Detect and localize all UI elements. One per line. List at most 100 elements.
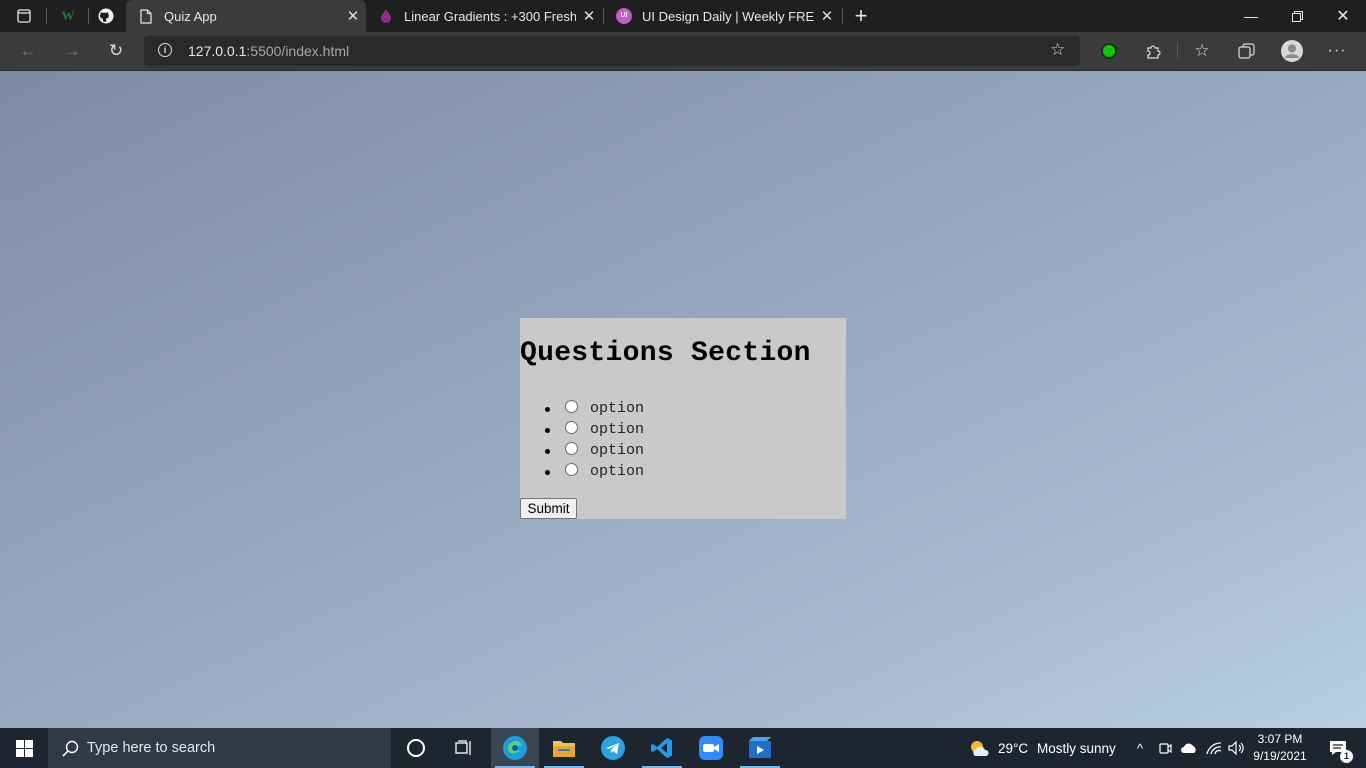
bullet [545, 428, 550, 433]
clock-time: 3:07 PM [1257, 732, 1303, 746]
cortana-circle-icon [407, 739, 425, 757]
option-radio[interactable] [565, 442, 578, 455]
close-tab-icon[interactable]: ✕ [814, 7, 840, 25]
puzzle-icon [1146, 44, 1161, 59]
option-radio[interactable] [565, 400, 578, 413]
onedrive-icon[interactable] [1178, 728, 1200, 768]
search-icon [62, 740, 79, 757]
github-icon [98, 8, 114, 24]
folder-icon [553, 741, 575, 757]
new-tab-button[interactable]: + [848, 0, 874, 32]
browser-tab-strip: W Quiz App ✕ Linear Gradients : +300 Fre… [0, 0, 1366, 32]
option-label: option [590, 463, 645, 480]
plus-icon: + [854, 3, 868, 28]
address-bar[interactable]: i 127.0.0.1:5500/index.html ☆ [144, 36, 1080, 66]
option-radio[interactable] [565, 463, 578, 476]
sun-cloud-icon [971, 741, 989, 756]
tab-title: Quiz App [164, 8, 217, 24]
back-button[interactable]: ← [14, 32, 42, 70]
notification-count-badge: 1 [1340, 750, 1353, 763]
page-viewport: Questions Section option option option o… [0, 71, 1366, 728]
bullet [545, 470, 550, 475]
cortana-button[interactable] [396, 728, 436, 768]
taskbar-video-editor[interactable] [736, 728, 784, 768]
edge-icon [503, 736, 527, 760]
extensions-button[interactable] [1140, 32, 1166, 70]
weather-widget-icon-wrap[interactable] [966, 728, 992, 768]
profile-button[interactable] [1279, 32, 1305, 70]
volume-icon[interactable] [1226, 728, 1248, 768]
close-tab-icon[interactable]: ✕ [576, 7, 602, 25]
bullet [545, 407, 550, 412]
back-arrow-icon: ← [19, 41, 37, 60]
system-clock[interactable]: 3:07 PM 9/19/2021 [1252, 731, 1308, 765]
avatar [1281, 40, 1303, 62]
clock-date: 9/19/2021 [1253, 749, 1307, 763]
info-icon[interactable]: i [158, 43, 172, 57]
more-icon: ··· [1327, 42, 1347, 59]
tab-linear-gradients[interactable]: Linear Gradients : +300 Fresh and ✕ [366, 0, 602, 32]
forward-arrow-icon: → [63, 41, 81, 60]
option-label: option [590, 400, 645, 417]
weather-temp[interactable]: 29°C [998, 728, 1028, 768]
telegram-icon [601, 736, 625, 760]
settings-more-button[interactable]: ··· [1324, 32, 1350, 70]
minimize-button[interactable]: — [1228, 0, 1274, 32]
notifications-button[interactable]: 1 [1318, 728, 1358, 768]
page-title: Questions Section [520, 338, 811, 369]
favorites-star-icon: ☆ [1194, 41, 1210, 60]
restore-button[interactable] [1274, 0, 1320, 32]
taskbar-edge[interactable] [491, 728, 539, 768]
favorites-button[interactable]: ☆ [1189, 32, 1215, 70]
show-hidden-icons-button[interactable]: ^ [1132, 728, 1148, 768]
task-view-icon [455, 740, 471, 755]
pinned-tab-github[interactable] [92, 0, 120, 32]
browser-toolbar: ← → ↻ i 127.0.0.1:5500/index.html ☆ ☆ ··… [0, 32, 1366, 71]
refresh-icon: ↻ [108, 41, 124, 60]
close-window-button[interactable]: ✕ [1320, 0, 1366, 32]
collections-icon [1237, 42, 1255, 59]
wifi-icon[interactable] [1204, 728, 1224, 768]
taskbar-telegram[interactable] [589, 728, 637, 768]
tab-title: UI Design Daily | Weekly FREE UI [642, 8, 814, 24]
add-favorite-icon[interactable]: ☆ [1050, 40, 1065, 60]
refresh-button[interactable]: ↻ [102, 32, 130, 70]
zoom-icon [699, 736, 723, 760]
close-icon: ✕ [1336, 8, 1350, 25]
collections-button[interactable] [1233, 32, 1259, 70]
windows-taskbar: Type here to search 29°C Mostly sunny ^ [0, 728, 1366, 768]
tab-actions-icon[interactable] [10, 0, 38, 32]
page-icon [138, 8, 154, 24]
search-placeholder: Type here to search [87, 740, 216, 756]
taskbar-zoom[interactable] [687, 728, 735, 768]
option-label: option [590, 442, 645, 459]
taskbar-vscode[interactable] [638, 728, 686, 768]
windows-icon [15, 739, 33, 757]
vscode-icon [651, 738, 672, 758]
option-radio[interactable] [565, 421, 578, 434]
meet-now-icon[interactable] [1156, 728, 1174, 768]
extension-green-button[interactable] [1096, 32, 1122, 70]
task-view-button[interactable] [444, 728, 484, 768]
chevron-up-icon: ^ [1136, 740, 1144, 756]
bullet [545, 449, 550, 454]
green-status-icon [1101, 43, 1117, 59]
video-editor-icon [749, 737, 771, 758]
webflow-icon: W [61, 8, 75, 23]
taskbar-file-explorer[interactable] [540, 728, 588, 768]
quiz-card: Questions Section option option option o… [520, 318, 846, 519]
tab-quiz-app[interactable]: Quiz App ✕ [126, 0, 366, 32]
forward-button[interactable]: → [58, 32, 86, 70]
minimize-icon: — [1244, 8, 1258, 24]
submit-button[interactable]: Submit [520, 498, 577, 519]
url-text[interactable]: 127.0.0.1:5500/index.html [188, 36, 349, 66]
close-tab-icon[interactable]: ✕ [340, 7, 366, 25]
option-label: option [590, 421, 645, 438]
weather-desc[interactable]: Mostly sunny [1037, 728, 1116, 768]
restore-icon [1291, 10, 1303, 22]
taskbar-search[interactable]: Type here to search [48, 728, 391, 768]
ui-design-daily-icon: UI [616, 8, 632, 24]
pinned-tab-webflow[interactable]: W [54, 0, 82, 32]
tab-ui-design-daily[interactable]: UI UI Design Daily | Weekly FREE UI ✕ [604, 0, 840, 32]
start-button[interactable] [0, 728, 48, 768]
